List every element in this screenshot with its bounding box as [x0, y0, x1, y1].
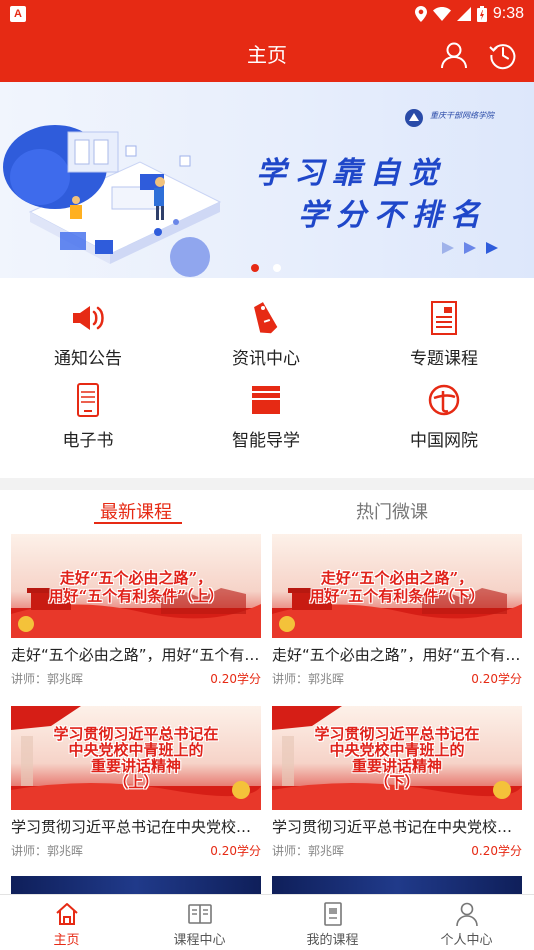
course-thumbnail-partial[interactable]: [11, 876, 261, 896]
banner-illustration: [3, 125, 222, 277]
quick-menu: 通知公告 资讯中心 专题课程 电子书 智能导学 中国网院: [0, 278, 534, 478]
tag-icon: [254, 302, 278, 334]
banner-carousel[interactable]: 重庆干部网络学院 学习靠自觉 学分不排名: [0, 82, 534, 278]
carousel-dot[interactable]: [273, 264, 281, 272]
my-course-icon: [324, 902, 342, 926]
course-thumbnail: 走好“五个必由之路”， 用好“五个有利条件”（下）: [272, 534, 522, 638]
thumb-title-line4: （下）: [374, 773, 420, 791]
nav-personal-center[interactable]: 个人中心: [400, 895, 533, 950]
nav-label: 我的课程: [306, 933, 359, 948]
nav-home[interactable]: 主页: [0, 895, 133, 950]
course-credit: 0.20学分: [471, 672, 522, 686]
clock-icon[interactable]: [488, 40, 518, 70]
course-thumbnail: 学习贯彻习近平总书记在 中央党校中青班上的 重要讲话精神 （上）: [11, 706, 261, 810]
home-icon: [56, 903, 78, 925]
course-card[interactable]: 学习贯彻习近平总书记在 中央党校中青班上的 重要讲话精神 （下） 学习贯彻习近平…: [272, 706, 522, 866]
quick-item-label: 电子书: [62, 431, 114, 451]
course-card[interactable]: 学习贯彻习近平总书记在 中央党校中青班上的 重要讲话精神 （上） 学习贯彻习近平…: [11, 706, 261, 866]
arrows-icon: [442, 242, 498, 254]
tab-hot-micro-courses[interactable]: 热门微课: [356, 498, 428, 524]
wifi-icon: [432, 7, 451, 21]
quick-item-news[interactable]: 资讯中心: [196, 278, 336, 369]
course-title: 走好“五个必由之路”，用好“五个有利条件”（下）: [272, 646, 522, 664]
tab-latest-courses[interactable]: 最新课程: [100, 498, 172, 524]
user-icon[interactable]: [439, 40, 469, 70]
course-lecturer: 讲师：郭兆晖: [272, 672, 345, 686]
course-title: 走好“五个必由之路”，用好“五个有利条件”（上）: [11, 646, 261, 664]
quick-item-china-academy[interactable]: 中国网院: [374, 360, 514, 451]
quick-item-smart-guide[interactable]: 智能导学: [196, 360, 336, 451]
section-divider: [0, 478, 534, 490]
carousel-indicator: [251, 264, 281, 272]
app-notification-icon: A: [10, 6, 26, 22]
app-header: 主页: [0, 28, 534, 82]
nav-my-courses[interactable]: 我的课程: [266, 895, 399, 950]
course-thumbnail-partial[interactable]: [272, 876, 522, 896]
thumb-title-line1: 走好“五个必由之路”，: [59, 569, 213, 587]
battery-icon: [476, 6, 487, 22]
academy-logo-icon: [428, 384, 460, 416]
banner-slogan-2: 学分不排名: [298, 198, 488, 233]
status-time: 9:38: [492, 5, 524, 22]
school-logo-icon: [405, 109, 423, 127]
bottom-navigation: 主页 课程中心 我的课程 个人中心: [0, 894, 534, 950]
tab-active-indicator: [94, 522, 182, 524]
banner-slogan-1: 学习靠自觉: [256, 156, 446, 191]
thumb-title-line4: （上）: [113, 773, 159, 791]
quick-item-notice[interactable]: 通知公告: [18, 278, 158, 369]
thumb-title-line2: 用好“五个有利条件”（下）: [309, 587, 485, 605]
quick-item-special-course[interactable]: 专题课程: [374, 278, 514, 369]
carousel-dot[interactable]: [251, 264, 259, 272]
signal-icon: [456, 7, 471, 21]
ebook-icon: [77, 383, 99, 417]
person-icon: [456, 902, 478, 927]
course-tabs: 最新课程 热门微课: [0, 490, 534, 530]
course-thumbnail: 学习贯彻习近平总书记在 中央党校中青班上的 重要讲话精神 （下）: [272, 706, 522, 810]
megaphone-icon: [73, 306, 104, 330]
course-credit: 0.20学分: [210, 672, 261, 686]
course-title: 学习贯彻习近平总书记在中央党校中青班上的重要讲话精神（上）: [11, 818, 261, 836]
course-lecturer: 讲师：郭兆晖: [272, 844, 345, 858]
course-title: 学习贯彻习近平总书记在中央党校中青班上的重要讲话精神（下）: [272, 818, 522, 836]
thumb-title-line1: 走好“五个必由之路”，: [320, 569, 474, 587]
course-credit: 0.20学分: [210, 844, 261, 858]
nav-label: 课程中心: [173, 933, 226, 948]
course-card[interactable]: 走好“五个必由之路”， 用好“五个有利条件”（下） 走好“五个必由之路”，用好“…: [272, 534, 522, 694]
school-name: 重庆干部网络学院: [430, 111, 494, 120]
book-open-icon: [188, 904, 212, 924]
nav-label: 主页: [53, 933, 80, 948]
thumb-title-line2: 用好“五个有利条件”（上）: [48, 587, 224, 605]
quick-item-label: 智能导学: [232, 431, 300, 451]
document-icon: [431, 301, 457, 335]
course-lecturer: 讲师：郭兆晖: [11, 672, 84, 686]
quick-item-label: 中国网院: [410, 431, 478, 451]
quick-item-ebook[interactable]: 电子书: [18, 360, 158, 451]
course-credit: 0.20学分: [471, 844, 522, 858]
nav-label: 个人中心: [440, 933, 493, 948]
status-bar: A 9:38: [0, 0, 534, 28]
nav-course-center[interactable]: 课程中心: [133, 895, 266, 950]
course-card[interactable]: 走好“五个必由之路”， 用好“五个有利条件”（上） 走好“五个必由之路”，用好“…: [11, 534, 261, 694]
books-icon: [252, 386, 280, 414]
location-icon: [414, 6, 427, 22]
course-thumbnail: 走好“五个必由之路”， 用好“五个有利条件”（上）: [11, 534, 261, 638]
course-lecturer: 讲师：郭兆晖: [11, 844, 84, 858]
